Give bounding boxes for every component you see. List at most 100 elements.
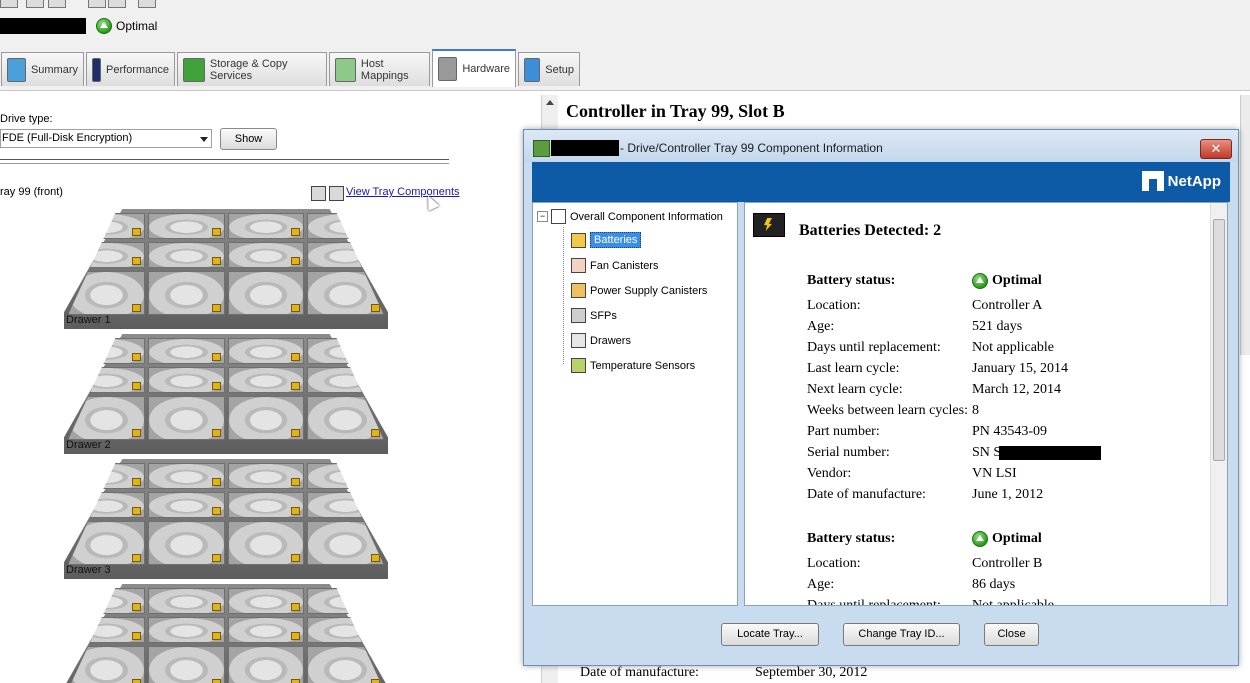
dialog-titlebar[interactable]: - Drive/Controller Tray 99 Component Inf… [524,130,1238,162]
hardware-icon [438,57,458,81]
drive-slot[interactable] [307,520,384,565]
drive-slot[interactable] [227,270,305,315]
drive-slot[interactable] [147,645,225,683]
drive-slot[interactable] [68,491,145,518]
tree-item-temperature[interactable]: Temperature Sensors [571,358,695,373]
detail-value: June 1, 2012 [972,487,1044,502]
drive-slot[interactable] [227,616,305,643]
drive-type-select[interactable]: FDE (Full-Disk Encryption) [0,129,212,148]
scrollbar[interactable] [1240,95,1250,355]
drive-slot[interactable] [147,270,225,315]
tab-label: Host Mappings [360,57,409,82]
detail-key: Location: [807,298,861,313]
netapp-logo-icon [1141,171,1164,191]
battery-status-value: Optimal [972,273,1042,289]
tree-item-power-supply[interactable]: Power Supply Canisters [571,283,707,298]
drive-slot[interactable] [227,520,305,565]
tab-hardware[interactable]: Hardware [432,49,516,87]
close-button[interactable]: Close [984,623,1039,646]
detail-key: Battery status: [807,273,896,288]
drive-slot[interactable] [147,241,225,268]
drive-slot[interactable] [307,491,384,518]
drive-slot[interactable] [147,491,225,518]
drive-slot[interactable] [227,213,305,239]
drive-slot[interactable] [147,520,225,565]
tree-item-batteries[interactable]: Batteries [571,232,642,248]
scrollbar-thumb[interactable] [1213,219,1225,461]
drive-slot[interactable] [227,338,305,364]
drive-slot[interactable] [307,366,384,393]
toolbar-icon[interactable] [48,0,66,8]
toolbar-icon[interactable] [0,0,18,8]
tray-drives-icon[interactable] [329,186,344,201]
drive-slot[interactable] [68,270,145,315]
change-tray-id-button[interactable]: Change Tray ID... [843,623,960,646]
drive-slot[interactable] [68,395,145,440]
drive-slot[interactable] [307,338,384,364]
toolbar-icon[interactable] [88,0,106,8]
drive-slot[interactable] [307,463,384,489]
detail-key: Weeks between learn cycles: [807,403,968,418]
tray-component-icon[interactable] [311,186,326,201]
drive-slot[interactable] [147,463,225,489]
drive-slot[interactable] [68,588,145,614]
toolbar-icon[interactable] [138,0,156,8]
drive-slot[interactable] [227,395,305,440]
drive-slot[interactable] [227,491,305,518]
detail-value: PN 43543-09 [972,424,1048,439]
drive-slot[interactable] [68,338,145,364]
tree-item-sfps[interactable]: SFPs [571,308,617,323]
drawer[interactable]: Drawer 1 [64,209,388,331]
view-tray-components-link[interactable]: View Tray Components [346,186,460,198]
drive-slot[interactable] [227,366,305,393]
drive-slot[interactable] [227,645,305,683]
drive-slot[interactable] [307,616,384,643]
drive-slot[interactable] [227,588,305,614]
drive-slot[interactable] [147,616,225,643]
tab-setup[interactable]: Setup [518,52,580,86]
drive-slot[interactable] [147,213,225,239]
drawer-label: Drawer 3 [66,564,111,576]
detail-value: 86 days [972,577,1016,592]
drive-slot[interactable] [307,270,384,315]
toolbar-icon[interactable] [26,0,44,8]
drive-slot[interactable] [147,338,225,364]
tree-item-drawers[interactable]: Drawers [571,333,631,348]
toolbar-icon[interactable] [108,0,126,8]
detail-row: Days until replacement: Not applicable [807,340,1054,356]
collapse-icon[interactable]: − [537,211,548,222]
drive-slot[interactable] [147,588,225,614]
drive-slot[interactable] [227,241,305,268]
main-tabs: Summary Performance Storage & Copy Servi… [0,48,1250,91]
drawer[interactable] [64,584,388,683]
tab-performance[interactable]: Performance [86,52,175,86]
show-button[interactable]: Show [220,128,277,150]
drive-slot[interactable] [68,520,145,565]
drive-slot[interactable] [68,616,145,643]
drive-slot[interactable] [68,213,145,239]
drive-slot[interactable] [307,588,384,614]
drive-slot[interactable] [227,463,305,489]
tree-item-fan-canisters[interactable]: Fan Canisters [571,258,658,273]
drawer[interactable]: Drawer 3 [64,459,388,581]
drive-slot[interactable] [68,366,145,393]
close-icon[interactable]: ✕ [1200,139,1232,159]
scrollbar[interactable] [1210,203,1227,605]
drive-slot[interactable] [307,395,384,440]
tree-item-overall[interactable]: Overall Component Information [551,209,723,224]
drive-slot[interactable] [147,366,225,393]
drive-slot[interactable] [68,241,145,268]
drive-slot[interactable] [147,395,225,440]
tab-summary[interactable]: Summary [1,52,84,86]
tab-host-mappings[interactable]: Host Mappings [329,52,430,86]
detail-key: Date of manufacture: [807,487,926,502]
detail-key: Days until replacement: [807,598,941,606]
tab-storage-copy-services[interactable]: Storage & Copy Services [177,52,327,86]
drawer[interactable]: Drawer 2 [64,334,388,456]
locate-tray-button[interactable]: Locate Tray... [721,623,819,646]
drive-slot[interactable] [68,463,145,489]
storage-status: Optimal [96,18,157,34]
drive-slot[interactable] [307,241,384,268]
drive-slot[interactable] [307,213,384,239]
optimal-status-icon [96,18,112,34]
